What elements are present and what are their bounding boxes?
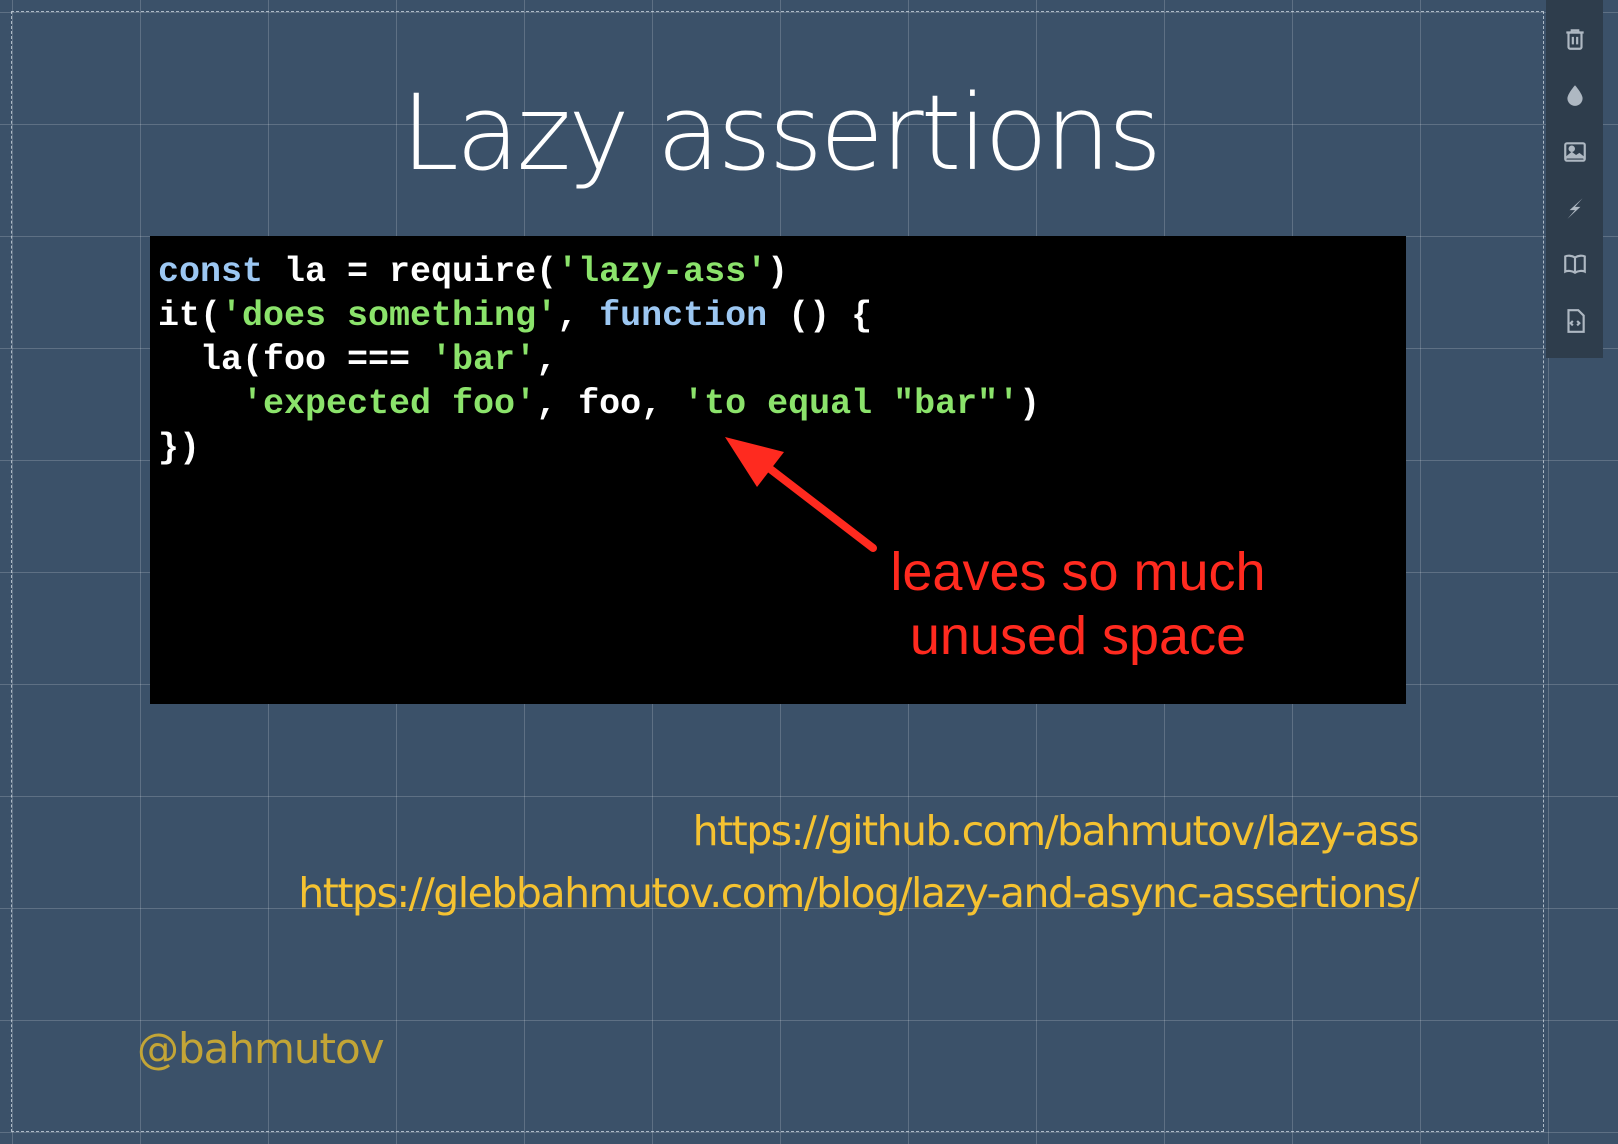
delete-button[interactable]: [1555, 20, 1595, 58]
code-string: 'lazy-ass': [557, 252, 768, 292]
annotation-text: leaves so much unused space: [858, 540, 1298, 668]
annotation-line-2: unused space: [909, 606, 1247, 666]
code-text: ): [767, 252, 789, 292]
code-text: , foo,: [536, 384, 684, 424]
code-text: ,: [536, 340, 558, 380]
droplet-icon: [1566, 85, 1583, 107]
lightning-icon: [1566, 198, 1583, 219]
author-handle: @bahmutov: [137, 1024, 385, 1073]
code-text: () {: [767, 296, 873, 336]
code-text: la(foo ===: [158, 340, 432, 380]
slide-title: Lazy assertions: [400, 72, 1162, 194]
slide-canvas: Lazy assertions const la = require('lazy…: [0, 0, 1618, 1144]
background-image-button[interactable]: [1555, 133, 1595, 171]
code-line: const la = require('lazy-ass'): [158, 250, 1398, 294]
link-blog[interactable]: https://glebbahmutov.com/blog/lazy-and-a…: [298, 862, 1419, 924]
code-text: it(: [158, 296, 222, 336]
transition-button[interactable]: [1555, 189, 1595, 227]
html-source-button[interactable]: [1555, 302, 1595, 340]
image-icon: [1563, 142, 1586, 162]
link-github[interactable]: https://github.com/bahmutov/lazy-ass: [298, 800, 1420, 862]
code-line: it('does something', function () {: [158, 294, 1398, 338]
trash-icon: [1565, 29, 1584, 50]
speaker-notes-button[interactable]: [1555, 245, 1595, 283]
code-string: 'bar': [431, 340, 537, 380]
editor-toolbar: [1546, 0, 1603, 358]
code-line: }): [158, 426, 1398, 470]
code-string: 'does something': [221, 296, 558, 336]
code-line: 'expected foo', foo, 'to equal "bar"'): [158, 382, 1398, 426]
code-keyword: const: [158, 252, 264, 292]
annotation-line-1: leaves so much: [890, 542, 1266, 602]
code-text: }): [158, 428, 201, 468]
code-string: 'to equal "bar"': [683, 384, 1020, 424]
book-icon: [1563, 255, 1586, 275]
background-color-button[interactable]: [1555, 76, 1595, 114]
code-text: la = require(: [263, 252, 558, 292]
code-text: ): [1019, 384, 1041, 424]
reference-links: https://github.com/bahmutov/lazy-ass htt…: [298, 800, 1420, 924]
code-file-icon: [1566, 308, 1585, 333]
code-keyword: function: [599, 296, 768, 336]
code-text: ,: [557, 296, 600, 336]
code-string: 'expected foo': [242, 384, 537, 424]
code-line: la(foo === 'bar',: [158, 338, 1398, 382]
